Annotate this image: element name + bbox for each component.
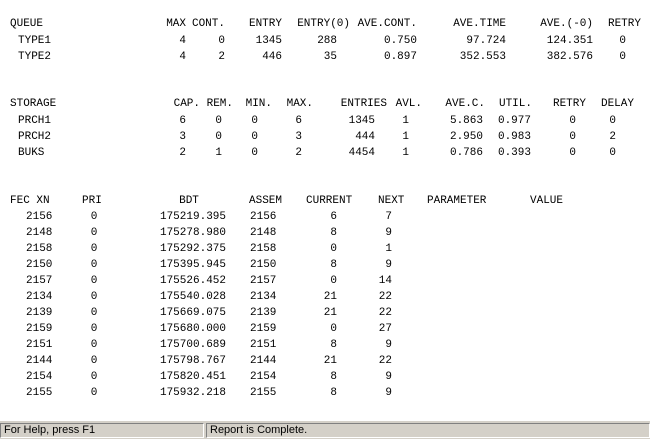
queue-cell: TYPE1: [18, 35, 52, 47]
fec-cell: 9: [385, 387, 392, 399]
fec-cell: 22: [378, 307, 392, 319]
fec-cell: 1: [385, 243, 392, 255]
fec-cell: 7: [385, 211, 392, 223]
queue-cell: TYPE2: [18, 51, 52, 63]
fec-cell: 175278.980: [159, 227, 226, 239]
storage-cell: BUKS: [18, 147, 45, 159]
fec-header: PARAMETER: [427, 195, 487, 207]
fec-cell: 175540.028: [159, 291, 226, 303]
fec-header: NEXT: [378, 195, 405, 207]
storage-cell: 2: [609, 131, 616, 143]
storage-cell: PRCH1: [18, 115, 52, 127]
fec-cell: 175292.375: [159, 243, 226, 255]
queue-header: RETRY: [607, 18, 641, 30]
fec-cell: 14: [378, 275, 392, 287]
fec-cell: 175526.452: [159, 275, 226, 287]
queue-cell: 0: [619, 35, 626, 47]
fec-cell: 175669.075: [159, 307, 226, 319]
fec-cell: 175820.451: [159, 371, 226, 383]
fec-cell: 27: [378, 323, 392, 335]
fec-header: PRI: [82, 195, 102, 207]
fec-cell: 175680.000: [159, 323, 226, 335]
fec-cell: 9: [385, 339, 392, 351]
status-help-text: For Help, press F1: [0, 423, 204, 438]
fec-cell: 22: [378, 291, 392, 303]
status-bar: For Help, press F1 Report is Complete.: [0, 420, 650, 439]
fec-header: FEC XN: [10, 195, 50, 207]
queue-header: QUEUE: [10, 18, 44, 30]
fec-cell: 22: [378, 355, 392, 367]
status-message: Report is Complete.: [206, 423, 650, 438]
storage-cell: 0: [609, 147, 616, 159]
fec-cell: 9: [385, 259, 392, 271]
storage-header: DELAY: [600, 98, 634, 110]
fec-cell: 175798.767: [159, 355, 226, 367]
fec-cell: 175395.945: [159, 259, 226, 271]
fec-header: CURRENT: [306, 195, 353, 207]
fec-cell: 9: [385, 227, 392, 239]
storage-header: STORAGE: [10, 98, 57, 110]
fec-cell: 175932.218: [159, 387, 226, 399]
fec-header: VALUE: [530, 195, 564, 207]
fec-header: BDT: [179, 195, 199, 207]
fec-cell: 9: [385, 371, 392, 383]
report-view: QUEUE MAX CONT. ENTRY ENTRY(0) AVE.CONT. AVE.T…: [0, 0, 650, 420]
fec-header: ASSEM: [249, 195, 283, 207]
storage-cell: PRCH2: [18, 131, 52, 143]
storage-cell: 0: [609, 115, 616, 127]
fec-cell: 175700.689: [159, 339, 226, 351]
queue-cell: 0: [619, 51, 626, 63]
fec-cell: 175219.395: [159, 211, 226, 223]
